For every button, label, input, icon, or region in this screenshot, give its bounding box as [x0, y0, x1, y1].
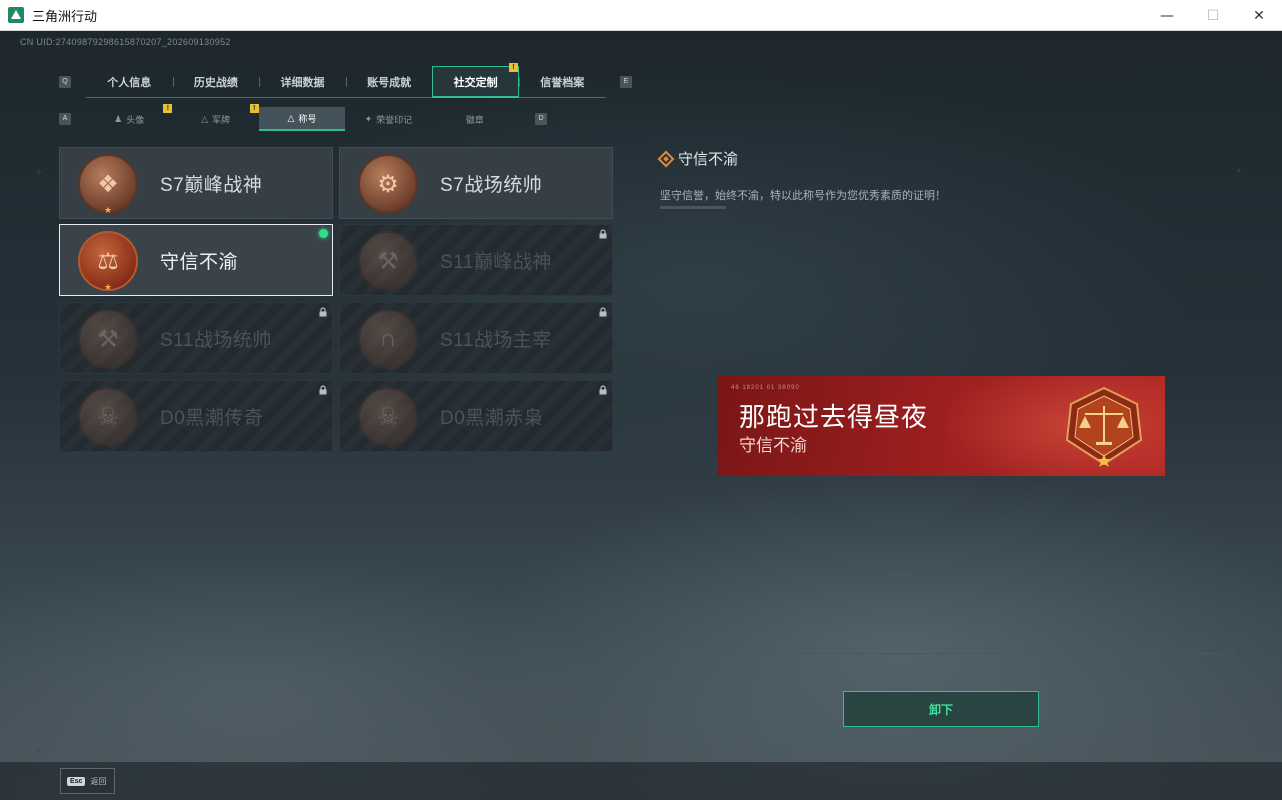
title-card-locked[interactable]: ∩ S11战场主宰	[339, 302, 613, 374]
lock-icon	[599, 385, 607, 395]
tab-social-customization[interactable]: 社交定制 !	[432, 63, 519, 98]
description-divider	[660, 206, 726, 209]
app-logo-icon	[8, 7, 24, 23]
lock-icon	[599, 229, 607, 239]
subtab-badge[interactable]: 徽章	[432, 107, 518, 131]
rifle-icon: ❖ ★	[78, 154, 138, 215]
title-preview-banner: 46 18201 01 38090 那跑过去得昼夜 守信不渝	[717, 376, 1165, 476]
title-card-locked[interactable]: ☠ D0黑潮赤枭	[339, 380, 613, 452]
unequip-button[interactable]: 卸下	[843, 691, 1039, 727]
title-card-locked[interactable]: ⚒ S11战场统帅	[59, 302, 333, 374]
crosshair-mark-icon: +	[1236, 166, 1242, 177]
tab-label: 账号成就	[367, 77, 412, 89]
detail-title-text: 守信不渝	[678, 151, 739, 168]
subtab-avatar[interactable]: ♟ 头像 !	[86, 104, 173, 131]
tab-label: 个人信息	[107, 77, 152, 89]
tab-label: 详细数据	[280, 77, 325, 89]
title-card-name: S7巅峰战神	[160, 175, 263, 196]
detail-title: 守信不渝	[657, 148, 739, 169]
title-diamond-icon	[657, 150, 675, 167]
tab-personal-info[interactable]: 个人信息	[86, 66, 173, 98]
crosshair-mark-icon: +	[36, 168, 42, 179]
tab-label: 信誉档案	[540, 77, 585, 89]
lock-icon	[319, 307, 327, 317]
uid-label: CN UID:27409879298615870207_202609130952	[20, 37, 231, 47]
dogtag-icon: △	[201, 113, 209, 124]
title-card-selected[interactable]: ⚖ ★ 守信不渝	[59, 224, 333, 296]
window-titlebar: 三角洲行动 — ☐ ✕	[0, 0, 1282, 31]
equipped-indicator-icon	[319, 229, 328, 238]
notification-badge-icon: !	[163, 104, 173, 113]
arch-icon: ∩	[358, 309, 418, 369]
back-button[interactable]: Esc 返回	[60, 768, 115, 794]
subtab-label: 称号	[298, 113, 317, 124]
next-subtab-key-hint[interactable]: D	[535, 113, 547, 125]
window-controls: — ☐ ✕	[1144, 0, 1282, 31]
esc-key-hint: Esc	[67, 776, 86, 786]
scales-icon: ⚖ ★	[78, 231, 138, 292]
title-card-name: D0黑潮传奇	[160, 408, 264, 429]
subtab-label: 徽章	[465, 114, 484, 125]
title-card-locked[interactable]: ☠ D0黑潮传奇	[59, 380, 333, 452]
tab-label: 历史战绩	[193, 77, 238, 89]
maximize-button[interactable]: ☐	[1190, 0, 1236, 31]
honor-icon: ✦	[364, 113, 373, 124]
subtab-label: 头像	[126, 114, 145, 125]
banner-player-name: 那跑过去得昼夜	[739, 402, 929, 432]
title-card[interactable]: ❖ ★ S7巅峰战神	[59, 147, 333, 219]
subtab-label: 荣誉印记	[376, 114, 413, 125]
detail-description: 坚守信誉，始终不渝，特以此称号作为您优秀素质的证明！	[660, 190, 946, 202]
title-icon: △	[287, 112, 295, 123]
scales-emblem-icon	[1065, 386, 1143, 467]
person-icon: ♟	[114, 113, 123, 124]
skull-icon: ☠	[358, 387, 418, 447]
banner-title: 守信不渝	[739, 436, 807, 455]
lock-icon	[319, 385, 327, 395]
tab-reputation[interactable]: 信誉档案	[518, 66, 606, 98]
subtab-honor-mark[interactable]: ✦ 荣誉印记	[345, 107, 431, 131]
tab-label: 社交定制	[453, 76, 498, 89]
subtab-label: 军牌	[212, 114, 231, 125]
title-card-name: S7战场统帅	[440, 175, 543, 196]
tank-icon: ⚒	[358, 231, 418, 291]
notification-badge-icon: !	[508, 63, 518, 72]
crosshair-mark-icon: +	[36, 746, 42, 757]
armored-vehicle-icon: ⚒	[78, 309, 138, 369]
close-button[interactable]: ✕	[1236, 0, 1282, 31]
prev-tab-key-hint[interactable]: Q	[59, 76, 71, 88]
sub-tab-bar: ♟ 头像 ! △ 军牌 ! △ 称号 ✦ 荣誉印记 徽章	[86, 104, 518, 131]
notification-badge-icon: !	[249, 104, 259, 113]
vehicle-icon: ⚙	[358, 154, 418, 214]
bottom-bar: Esc 返回	[0, 762, 1282, 800]
main-tab-bar: 个人信息 历史战绩 详细数据 账号成就 社交定制 ! 信誉档案	[86, 63, 606, 98]
next-tab-key-hint[interactable]: E	[620, 76, 632, 88]
crosshair-mark-icon: +	[1236, 649, 1242, 660]
tab-match-history[interactable]: 历史战绩	[172, 66, 260, 98]
subtab-title[interactable]: △ 称号	[258, 107, 346, 131]
game-viewport: CN UID:27409879298615870207_202609130952…	[0, 31, 1282, 800]
tab-detailed-stats[interactable]: 详细数据	[259, 66, 346, 98]
title-card-name: S11战场主宰	[440, 330, 552, 351]
title-card-name: 守信不渝	[160, 252, 239, 273]
title-card-name: S11战场统帅	[160, 330, 272, 351]
subtab-dogtag[interactable]: △ 军牌 !	[172, 104, 259, 131]
masked-head-icon: ☠	[78, 387, 138, 447]
back-label: 返回	[90, 776, 107, 786]
banner-code: 46 18201 01 38090	[731, 385, 800, 391]
window-title: 三角洲行动	[32, 8, 98, 24]
tab-achievements[interactable]: 账号成就	[345, 66, 433, 98]
title-card-name: D0黑潮赤枭	[440, 408, 544, 429]
prev-subtab-key-hint[interactable]: A	[59, 113, 71, 125]
lock-icon	[599, 307, 607, 317]
minimize-button[interactable]: —	[1144, 0, 1190, 31]
title-card[interactable]: ⚙ S7战场统帅	[339, 147, 613, 219]
title-card-locked[interactable]: ⚒ S11巅峰战神	[339, 224, 613, 296]
title-card-name: S11巅峰战神	[440, 252, 552, 273]
detail-divider	[660, 653, 1222, 654]
